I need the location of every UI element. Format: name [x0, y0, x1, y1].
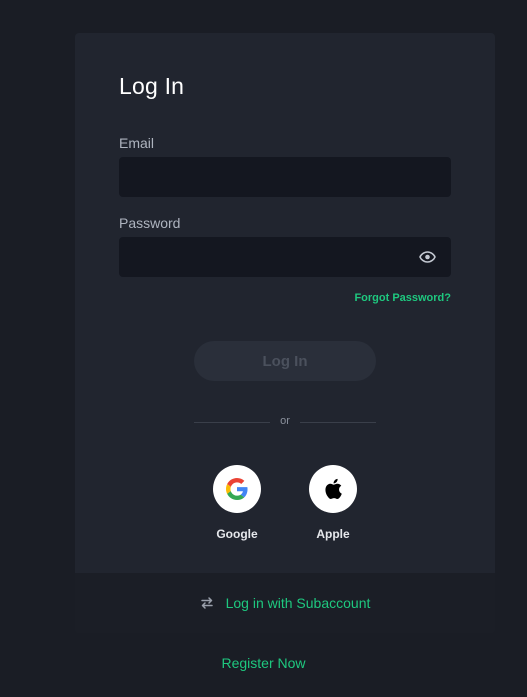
divider-text: or [280, 415, 290, 427]
subaccount-label: Log in with Subaccount [225, 595, 371, 611]
register-link[interactable]: Register Now [0, 655, 527, 671]
google-label: Google [216, 527, 258, 541]
apple-icon [325, 478, 342, 499]
page-title: Log In [119, 73, 185, 99]
google-icon-circle[interactable] [213, 465, 261, 513]
log-in-button[interactable]: Log In [194, 341, 376, 381]
divider-line-left [194, 422, 270, 423]
password-field[interactable] [119, 237, 451, 277]
apple-login-button[interactable]: Apple [293, 465, 373, 541]
email-label: Email [119, 135, 155, 151]
eye-icon[interactable] [418, 249, 436, 265]
password-label: Password [119, 215, 181, 231]
divider-line-right [300, 422, 376, 423]
forgot-password-link[interactable]: Forgot Password? [354, 292, 451, 304]
email-field[interactable] [119, 157, 451, 197]
login-card: Log In Email Password Forgot Password? L… [75, 33, 495, 633]
swap-arrows-icon [200, 596, 214, 610]
google-login-button[interactable]: Google [197, 465, 277, 541]
apple-icon-circle[interactable] [309, 465, 357, 513]
google-icon [226, 478, 248, 500]
apple-label: Apple [316, 527, 350, 541]
subaccount-login-button[interactable]: Log in with Subaccount [75, 573, 495, 633]
